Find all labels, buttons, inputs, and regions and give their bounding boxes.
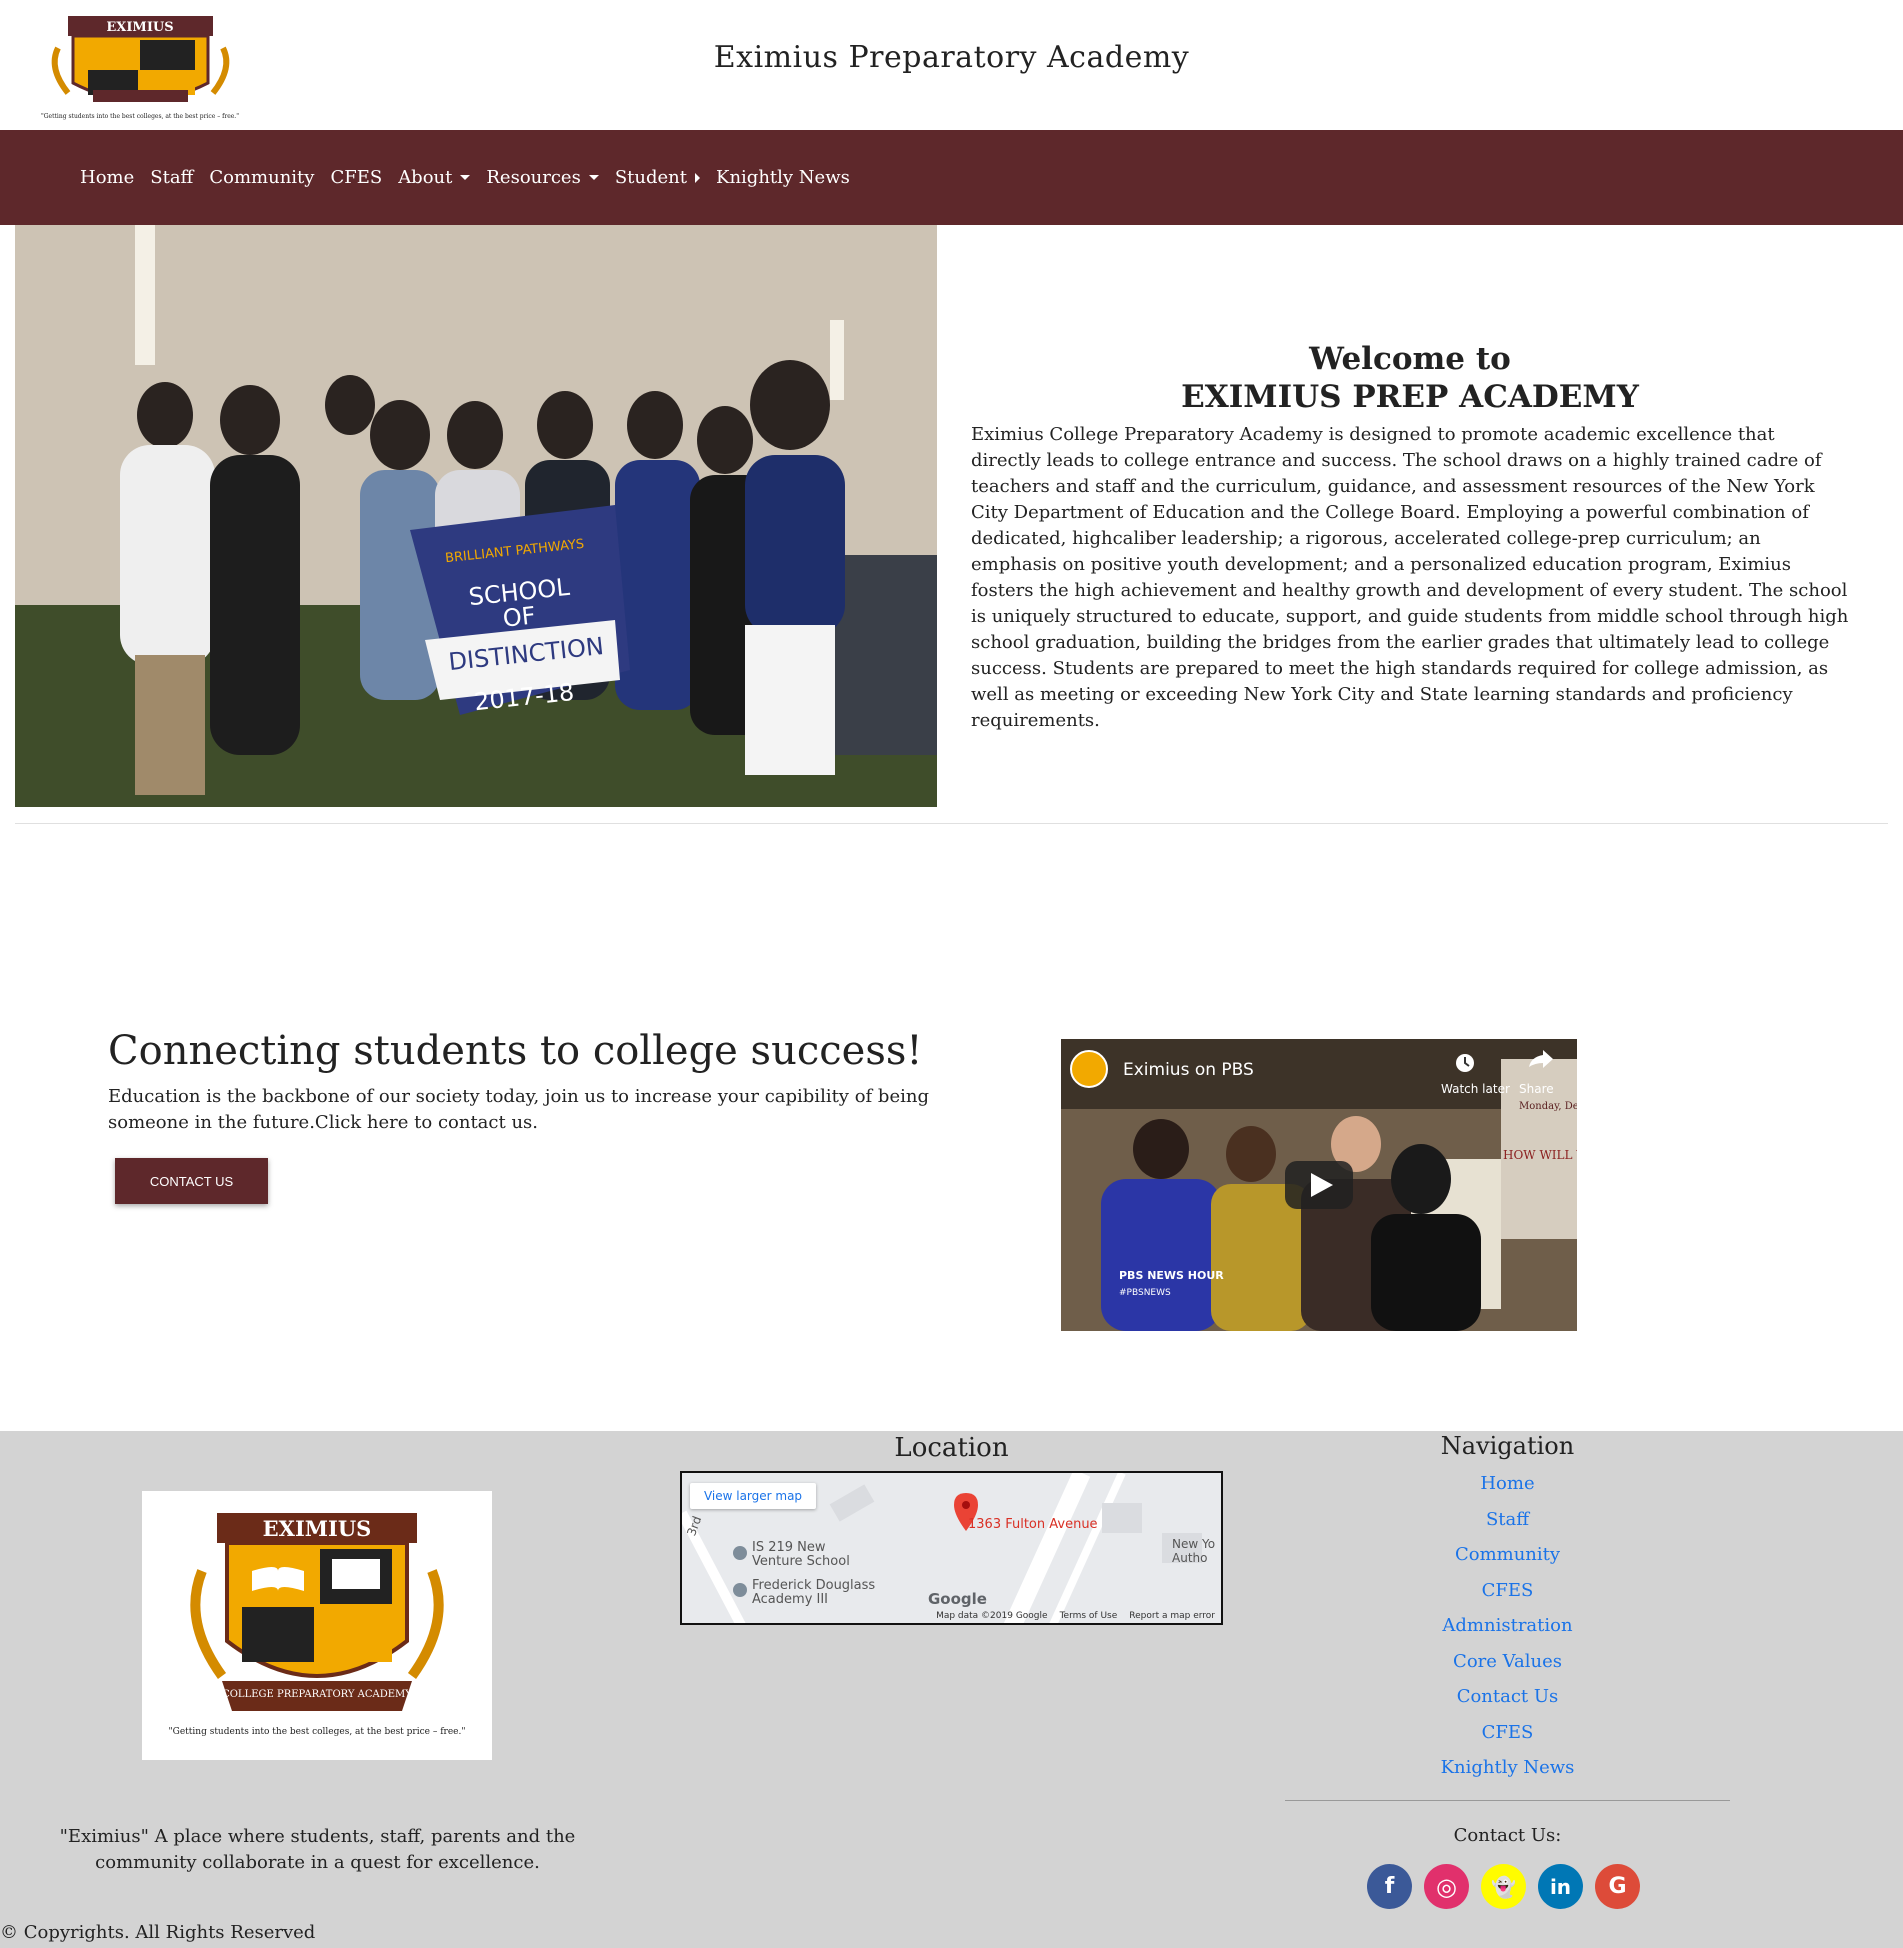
connect-body: Education is the backbone of our society… xyxy=(108,1086,929,1133)
map-terms-link[interactable]: Terms of Use xyxy=(1060,1611,1118,1621)
pbs-badge: PBS NEWS HOUR xyxy=(1119,1269,1224,1282)
footer-link-core-values[interactable]: Core Values xyxy=(1285,1644,1730,1680)
footer-nav-divider xyxy=(1285,1800,1730,1801)
footer-logo[interactable]: EXIMIUS COLLEGE PREPARATORY ACADEMY "Get… xyxy=(142,1491,492,1760)
caret-right-icon xyxy=(695,172,700,183)
caret-down-icon xyxy=(460,175,471,180)
play-button-icon[interactable] xyxy=(1285,1161,1353,1209)
snapchat-icon[interactable]: 👻 xyxy=(1481,1864,1526,1909)
map-poi-is219: IS 219 New Venture School xyxy=(752,1540,850,1569)
nav-resources-label: Resources xyxy=(486,167,581,188)
connect-heading: Connecting students to college success! xyxy=(108,1028,923,1074)
welcome-heading: Welcome to EXIMIUS PREP ACADEMY xyxy=(960,340,1860,416)
instagram-icon[interactable]: ◎ xyxy=(1424,1864,1469,1909)
nav-cfes[interactable]: CFES xyxy=(330,167,382,188)
nav-staff[interactable]: Staff xyxy=(150,167,193,188)
logo-tagline: "Getting students into the best colleges… xyxy=(41,113,239,120)
social-links: f ◎ 👻 in G xyxy=(1367,1864,1640,1909)
map-report-link[interactable]: Report a map error xyxy=(1129,1611,1215,1621)
nav-community-label: Community xyxy=(209,167,315,188)
channel-avatar xyxy=(1070,1050,1108,1088)
nav-staff-label: Staff xyxy=(150,167,194,188)
footer-link-cfes[interactable]: CFES xyxy=(1285,1573,1730,1609)
video-board-text: HOW WILL YO xyxy=(1503,1148,1577,1162)
watch-later-icon[interactable] xyxy=(1456,1054,1474,1072)
connect-section: Connecting students to college success! … xyxy=(108,1028,1008,1136)
footer-logo-bottom-text: COLLEGE PREPARATORY ACADEMY xyxy=(222,1689,412,1700)
footer-link-cfes-2[interactable]: CFES xyxy=(1285,1715,1730,1751)
video-thumbnail: HOW WILL YO Monday, December Eximius on … xyxy=(1061,1039,1577,1331)
welcome-line1: Welcome to xyxy=(1309,341,1511,377)
nav-home-label: Home xyxy=(80,167,135,188)
map-data-text: Map data ©2019 Google xyxy=(936,1611,1048,1621)
footer-tagline: "Eximius" A place where students, staff,… xyxy=(59,1826,576,1873)
map-pin-label: 1363 Fulton Avenue xyxy=(968,1517,1098,1532)
nav-home[interactable]: Home xyxy=(80,167,134,188)
view-larger-map-link[interactable]: View larger map xyxy=(690,1483,816,1509)
watch-later-label: Watch later xyxy=(1441,1082,1510,1096)
nav-community[interactable]: Community xyxy=(209,167,314,188)
nav-cfes-label: CFES xyxy=(330,167,383,188)
google-logo: Google xyxy=(928,1590,987,1608)
footer-link-contact-us[interactable]: Contact Us xyxy=(1285,1679,1730,1715)
location-title: Location xyxy=(894,1433,1009,1463)
welcome-line2: EXIMIUS PREP ACADEMY xyxy=(1181,379,1639,415)
logo-top-text: EXIMIUS xyxy=(106,20,173,35)
nav-about-dropdown[interactable]: About xyxy=(398,167,471,188)
pbs-handle: #PBSNEWS xyxy=(1119,1288,1171,1298)
share-label: Share xyxy=(1519,1082,1554,1096)
main-nav: Home Staff Community CFES About Resource… xyxy=(0,130,1903,225)
footer-link-community[interactable]: Community xyxy=(1285,1537,1730,1573)
site-footer: EXIMIUS COLLEGE PREPARATORY ACADEMY "Get… xyxy=(0,1431,1903,1948)
footer-crest-illustration: EXIMIUS COLLEGE PREPARATORY ACADEMY "Get… xyxy=(169,1513,466,1737)
footer-link-home[interactable]: Home xyxy=(1285,1466,1730,1502)
location-map[interactable]: 3rd View larger map 1363 Fulton Avenue I… xyxy=(680,1471,1223,1625)
welcome-section: Welcome to EXIMIUS PREP ACADEMY Eximius … xyxy=(960,340,1860,734)
school-poi-icon xyxy=(733,1583,747,1597)
copyright: © Copyrights. All Rights Reserved xyxy=(0,1922,316,1943)
contact-us-label: Contact Us: xyxy=(1453,1825,1562,1846)
nav-resources-dropdown[interactable]: Resources xyxy=(486,167,599,188)
video-board-day: Monday, December xyxy=(1519,1101,1577,1112)
footer-navigation: Navigation Home Staff Community CFES Adm… xyxy=(1285,1431,1730,1786)
nav-knightly-news[interactable]: Knightly News xyxy=(716,167,850,188)
linkedin-icon[interactable]: in xyxy=(1538,1864,1583,1909)
welcome-body: Eximius College Preparatory Academy is d… xyxy=(971,424,1849,731)
footer-nav-title: Navigation xyxy=(1440,1432,1575,1460)
footer-logo-tagline: "Getting students into the best colleges… xyxy=(169,1727,466,1737)
school-poi-icon xyxy=(733,1546,747,1560)
contact-us-button[interactable]: CONTACT US xyxy=(115,1158,268,1204)
map-poi-fda3: Frederick Douglass Academy III xyxy=(752,1578,876,1607)
site-header: EXIMIUS "Getting students into the best … xyxy=(0,0,1903,130)
footer-link-staff[interactable]: Staff xyxy=(1285,1502,1730,1538)
banner-line3: OF xyxy=(501,601,536,632)
nav-student-label: Student xyxy=(614,167,687,188)
video-title: Eximius on PBS xyxy=(1123,1060,1254,1080)
hero-group-photo: BRILLIANT PATHWAYS SCHOOL OF DISTINCTION… xyxy=(15,225,937,807)
facebook-icon[interactable]: f xyxy=(1367,1864,1412,1909)
footer-logo-top-text: EXIMIUS xyxy=(263,1516,372,1541)
pbs-video-embed[interactable]: HOW WILL YO Monday, December Eximius on … xyxy=(1061,1039,1577,1331)
nav-about-label: About xyxy=(398,167,453,188)
site-title: Eximius Preparatory Academy xyxy=(713,40,1190,75)
google-icon[interactable]: G xyxy=(1595,1864,1640,1909)
caret-down-icon xyxy=(588,175,599,180)
group-photo-illustration: BRILLIANT PATHWAYS SCHOOL OF DISTINCTION… xyxy=(15,225,937,807)
map-edge-label: New Yo Autho xyxy=(1172,1537,1216,1565)
footer-link-knightly-news[interactable]: Knightly News xyxy=(1285,1750,1730,1786)
section-divider xyxy=(15,823,1888,824)
map-attribution: Map data ©2019 Google Terms of Use Repor… xyxy=(936,1611,1215,1621)
footer-link-administration[interactable]: Admnistration xyxy=(1285,1608,1730,1644)
nav-student-submenu[interactable]: Student xyxy=(615,167,700,188)
nav-knightly-news-label: Knightly News xyxy=(716,167,850,188)
